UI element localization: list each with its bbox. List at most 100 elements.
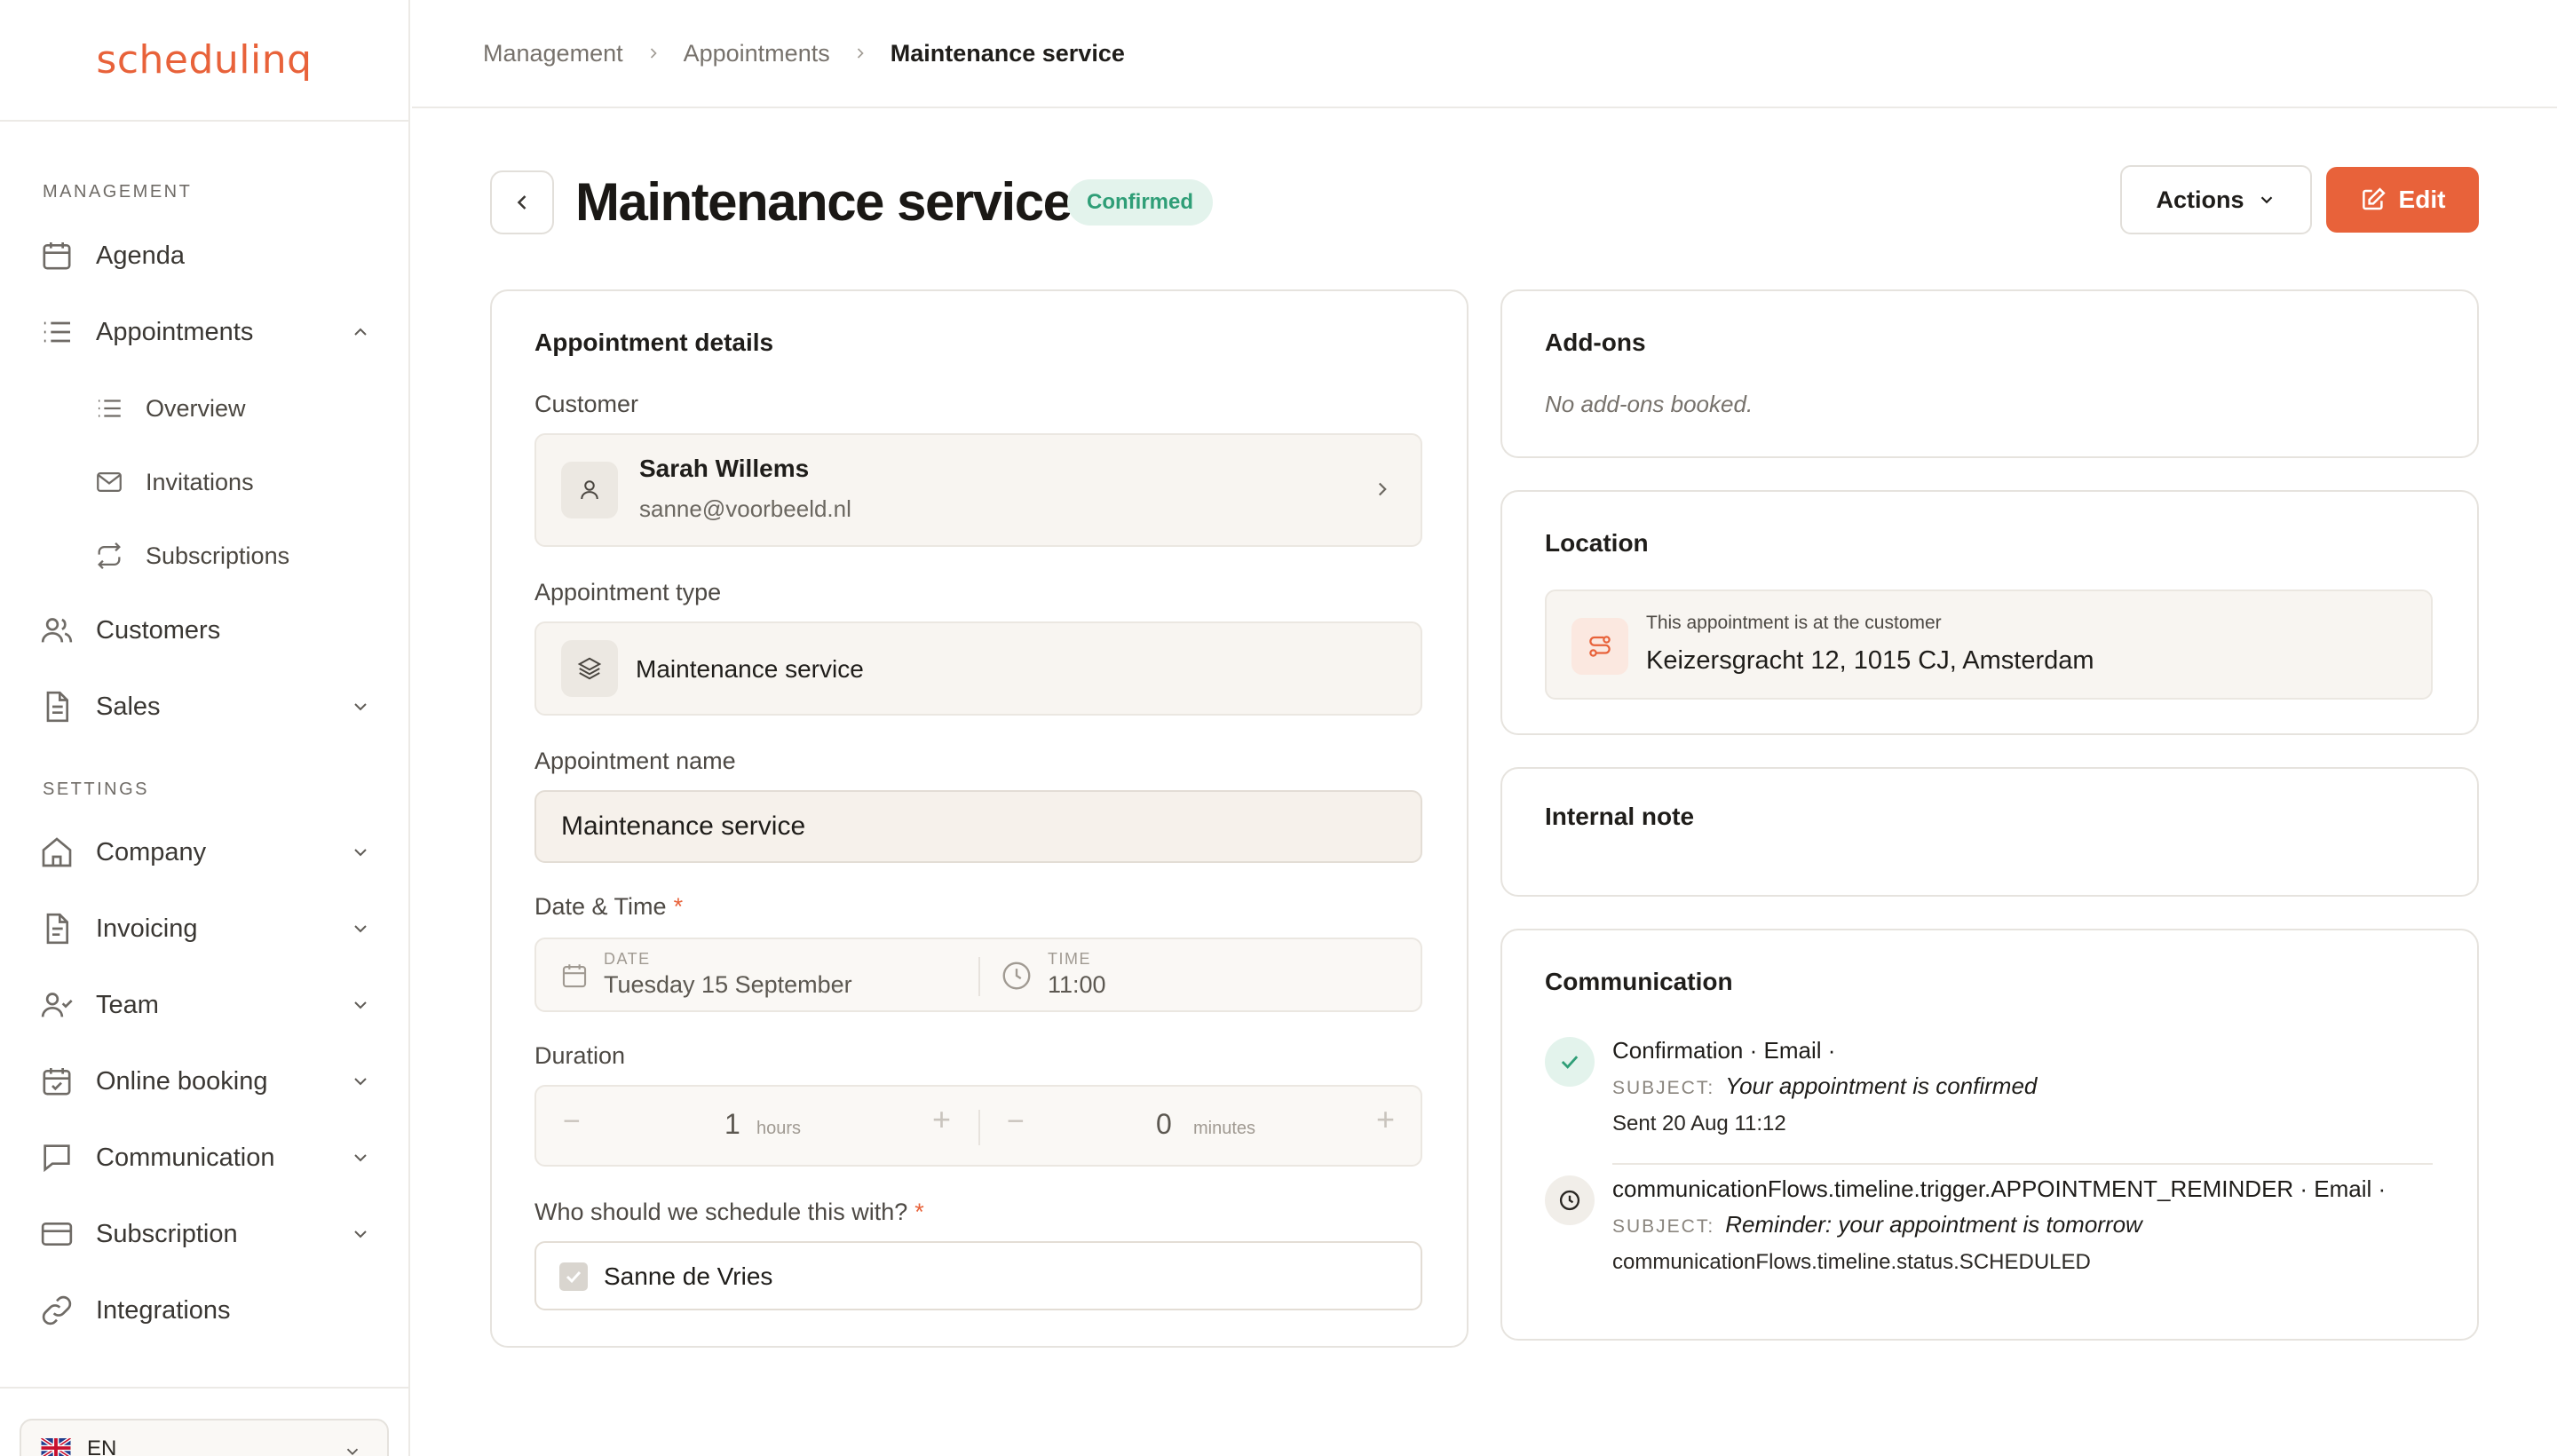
check-icon xyxy=(1561,1056,1579,1069)
chevron-right-icon xyxy=(1378,482,1387,496)
minutes-unit: minutes xyxy=(1193,1119,1256,1138)
sidebar-item-appointments[interactable]: Appointments xyxy=(39,305,376,359)
customer-label: Customer xyxy=(534,391,639,417)
sidebar-item-label: Invitations xyxy=(146,468,254,495)
customer-avatar xyxy=(561,462,618,518)
language-selector[interactable]: EN xyxy=(20,1419,389,1456)
divider xyxy=(1612,1163,2433,1165)
sidebar-item-label: Team xyxy=(96,990,159,1019)
appointment-name-label: Appointment name xyxy=(534,748,736,774)
chevron-down-icon xyxy=(354,925,367,933)
communication-meta: communicationFlows.timeline.status.SCHED… xyxy=(1612,1250,2091,1274)
chevron-down-icon xyxy=(346,1448,359,1456)
schedule-with-name: Sanne de Vries xyxy=(604,1262,773,1290)
hours-increment-button[interactable]: + xyxy=(932,1101,951,1138)
time-value[interactable]: 11:00 xyxy=(1048,971,1106,999)
hours-decrement-button[interactable]: − xyxy=(563,1104,581,1139)
schedule-with-option[interactable]: Sanne de Vries xyxy=(534,1241,1422,1310)
sidebar-item-team[interactable]: Team xyxy=(39,978,376,1032)
clock-icon xyxy=(1002,961,1031,990)
repeat-icon xyxy=(98,542,121,569)
minutes-increment-button[interactable]: + xyxy=(1376,1101,1395,1138)
sidebar-subitem-subscriptions[interactable]: Subscriptions xyxy=(94,531,289,581)
sidebar-item-communication[interactable]: Communication xyxy=(39,1131,376,1184)
appointment-name-value: Maintenance service xyxy=(561,811,806,841)
sidebar-subitem-overview[interactable]: Overview xyxy=(94,384,246,433)
clock-icon xyxy=(1559,1190,1580,1211)
breadcrumb-item-management[interactable]: Management xyxy=(483,40,623,67)
list-icon xyxy=(44,321,70,343)
communication-subject-line: SUBJECT: Your appointment is confirmed xyxy=(1612,1072,2037,1100)
location-caption: This appointment is at the customer xyxy=(1646,613,1942,633)
calendar-icon xyxy=(43,242,71,270)
breadcrumb-item-current: Maintenance service xyxy=(890,39,1125,67)
appointment-type-value: Maintenance service xyxy=(636,655,864,683)
customer-card[interactable]: Sarah Willems sanne@voorbeeld.nl xyxy=(534,433,1422,547)
duration-label: Duration xyxy=(534,1042,626,1069)
required-mark: * xyxy=(914,1199,924,1225)
appointment-type-label: Appointment type xyxy=(534,579,722,605)
sidebar-item-invoicing[interactable]: Invoicing xyxy=(39,902,376,955)
sidebar-item-sales[interactable]: Sales xyxy=(39,680,376,733)
chevron-right-icon xyxy=(857,48,864,59)
chevron-down-icon xyxy=(354,1230,367,1238)
logo-area: schedulinq xyxy=(0,0,408,122)
actions-button[interactable]: Actions xyxy=(2120,165,2312,234)
communication-card: Communication Confirmation · Email · SUB… xyxy=(1500,929,2479,1341)
addons-empty-text: No add-ons booked. xyxy=(1545,391,1753,417)
sidebar-item-agenda[interactable]: Agenda xyxy=(39,229,376,282)
appointment-name-input[interactable]: Maintenance service xyxy=(534,790,1422,863)
date-caption: DATE xyxy=(604,950,651,968)
minutes-value[interactable]: 0 xyxy=(1156,1108,1172,1141)
calendar-icon xyxy=(562,964,587,988)
layers-icon xyxy=(577,657,602,680)
edit-label: Edit xyxy=(2398,186,2446,213)
sidebar-item-online-booking[interactable]: Online booking xyxy=(39,1055,376,1108)
home-icon xyxy=(42,837,72,867)
communication-meta: Sent 20 Aug 11:12 xyxy=(1612,1112,1786,1136)
breadcrumb: Management Appointments Maintenance serv… xyxy=(412,0,2557,108)
required-mark: * xyxy=(673,893,684,920)
communication-item: Confirmation · Email · SUBJECT: Your appo… xyxy=(1545,1037,2433,1179)
hours-unit: hours xyxy=(756,1119,802,1138)
link-icon xyxy=(42,1295,72,1325)
sidebar-item-label: Customers xyxy=(96,615,221,645)
app-logo[interactable]: schedulinq xyxy=(96,37,312,83)
chevron-down-icon xyxy=(354,703,367,711)
internal-note-card: Internal note xyxy=(1500,767,2479,897)
schedule-with-label-text: Who should we schedule this with? xyxy=(534,1199,908,1225)
location-box: This appointment is at the customer Keiz… xyxy=(1545,590,2433,700)
card-title: Location xyxy=(1545,529,1649,557)
sidebar-item-company[interactable]: Company xyxy=(39,826,376,879)
subject-label: SUBJECT: xyxy=(1612,1078,1715,1098)
appointment-type-field[interactable]: Maintenance service xyxy=(534,621,1422,716)
sidebar-subitem-invitations[interactable]: Invitations xyxy=(94,457,254,507)
chevron-down-icon xyxy=(354,1001,367,1009)
minutes-decrement-button[interactable]: − xyxy=(1007,1104,1025,1139)
date-value[interactable]: Tuesday 15 September xyxy=(604,971,852,999)
appointment-type-icon-tile xyxy=(561,640,618,697)
users-icon xyxy=(41,618,73,643)
language-code: EN xyxy=(87,1436,117,1456)
check-icon xyxy=(566,1270,582,1284)
card-title: Add-ons xyxy=(1545,328,1646,356)
breadcrumb-item-appointments[interactable]: Appointments xyxy=(684,40,830,67)
schedule-with-label: Who should we schedule this with? * xyxy=(534,1199,924,1226)
sidebar-item-subscription[interactable]: Subscription xyxy=(39,1207,376,1261)
chevron-down-icon xyxy=(354,1078,367,1086)
hours-value[interactable]: 1 xyxy=(724,1108,740,1141)
sidebar-item-customers[interactable]: Customers xyxy=(39,604,376,657)
schedule-with-checkbox[interactable] xyxy=(559,1262,588,1291)
section-label-settings: SETTINGS xyxy=(43,779,150,799)
divider xyxy=(978,957,980,996)
duration-field: − 1 hours + − 0 minutes + xyxy=(534,1085,1422,1167)
sidebar-item-label: Online booking xyxy=(96,1066,268,1096)
invoice-icon xyxy=(46,913,68,945)
edit-button[interactable]: Edit xyxy=(2326,167,2479,233)
datetime-label-text: Date & Time xyxy=(534,893,667,920)
chevron-right-icon xyxy=(650,48,657,59)
sidebar-item-integrations[interactable]: Integrations xyxy=(39,1284,376,1337)
credit-card-icon xyxy=(41,1223,73,1246)
back-button[interactable] xyxy=(490,170,554,234)
page-title: Maintenance service xyxy=(575,172,1073,232)
